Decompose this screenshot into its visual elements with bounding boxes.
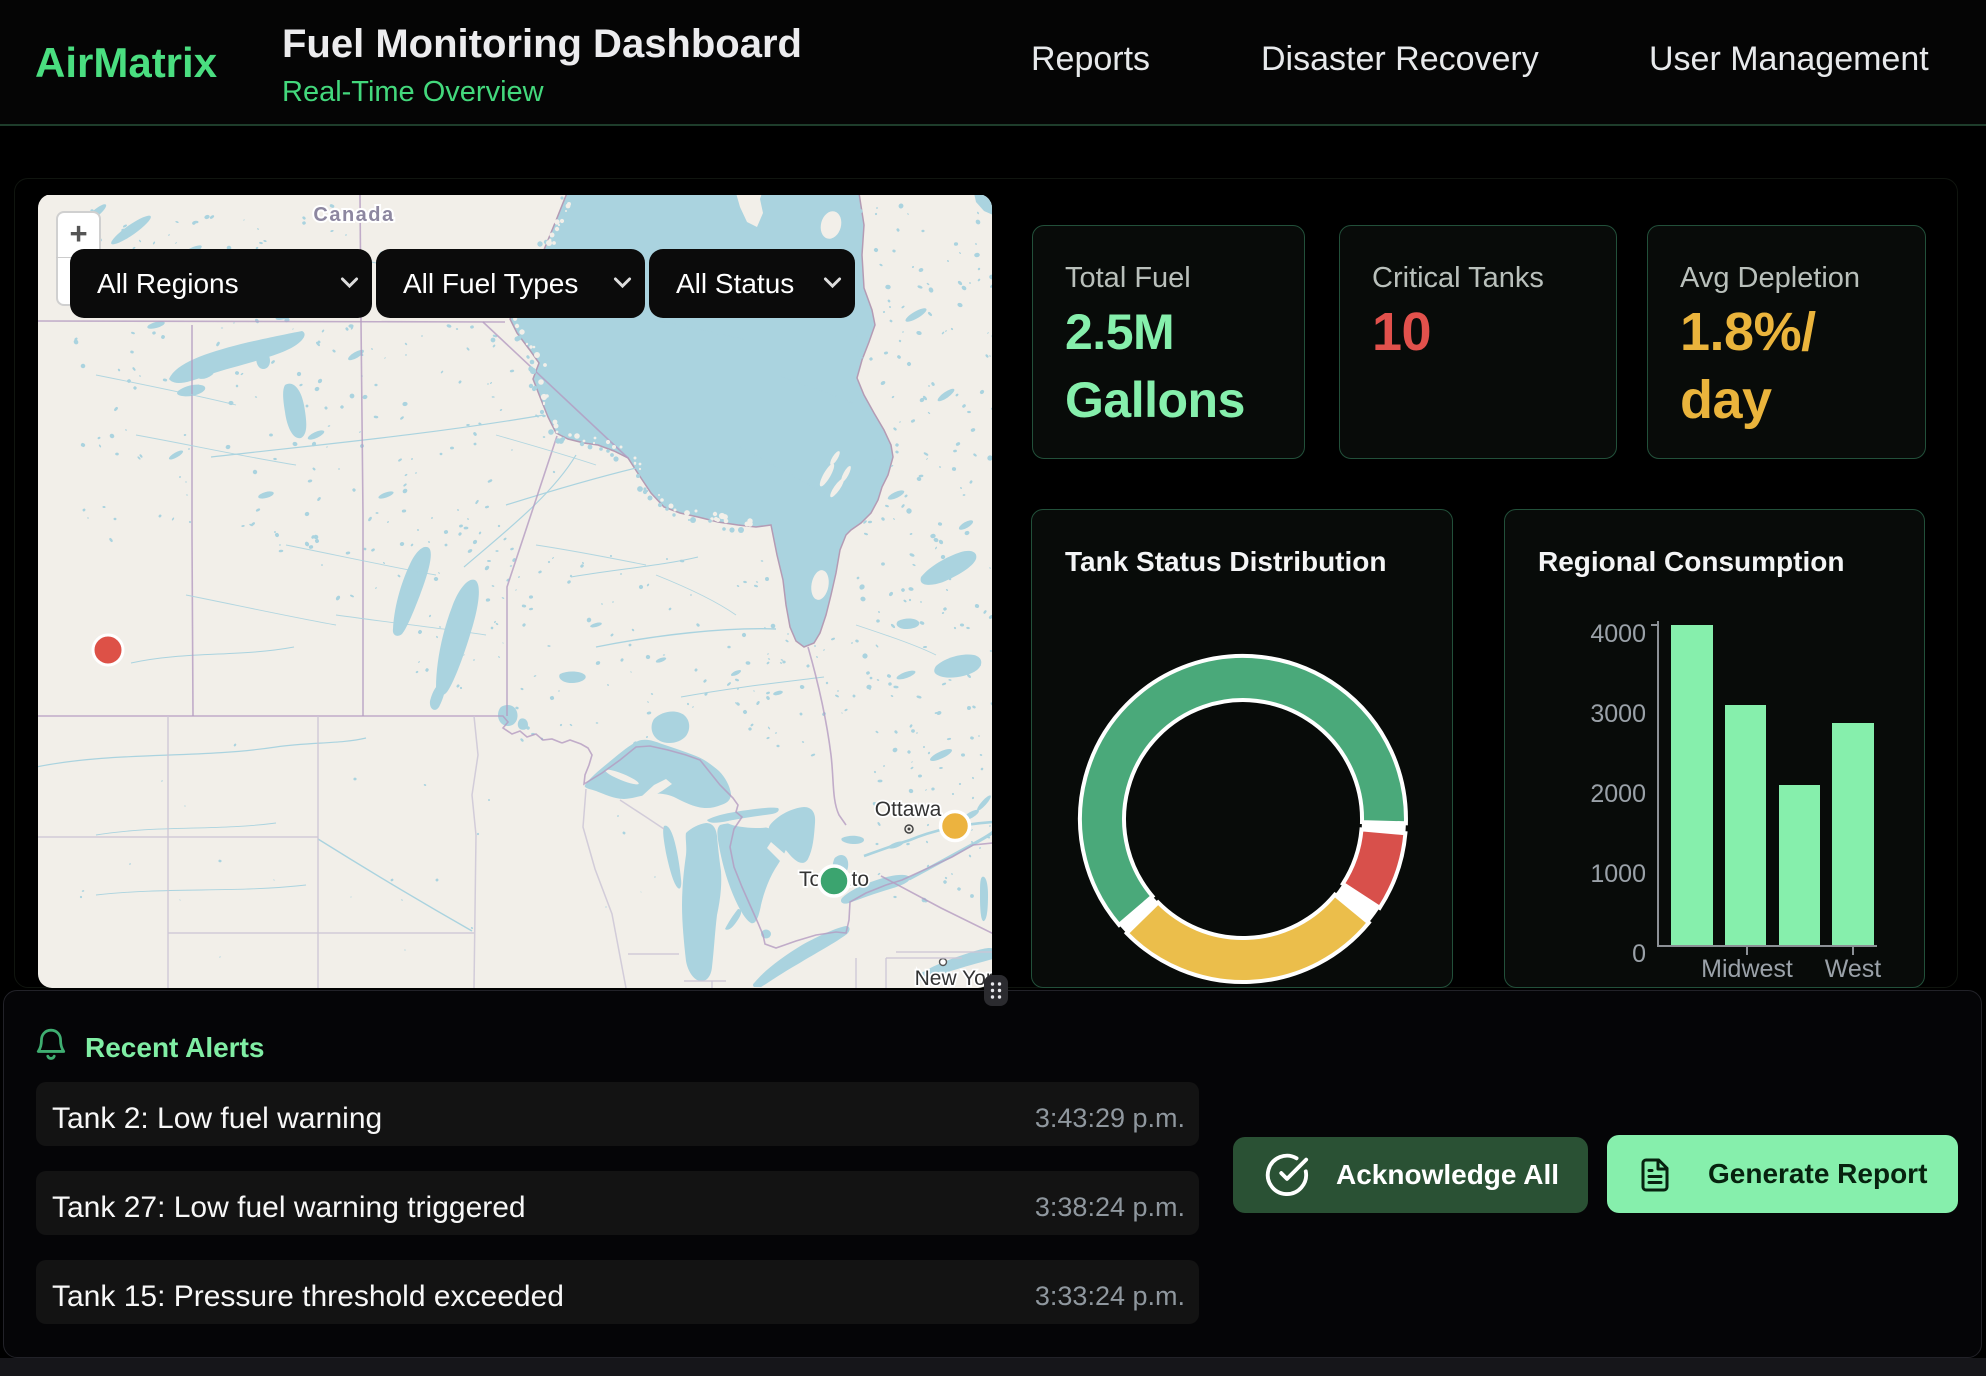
svg-text:3000: 3000: [1590, 700, 1646, 728]
svg-text:0: 0: [1632, 940, 1646, 968]
svg-text:Canada: Canada: [313, 204, 394, 226]
svg-text:2000: 2000: [1590, 780, 1646, 808]
svg-text:West: West: [1825, 955, 1882, 983]
svg-text:Midwest: Midwest: [1701, 955, 1793, 983]
svg-text:4000: 4000: [1590, 620, 1646, 648]
svg-text:New York: New York: [915, 967, 992, 988]
svg-text:1000: 1000: [1590, 860, 1646, 888]
svg-text:Ottawa: Ottawa: [875, 798, 942, 821]
